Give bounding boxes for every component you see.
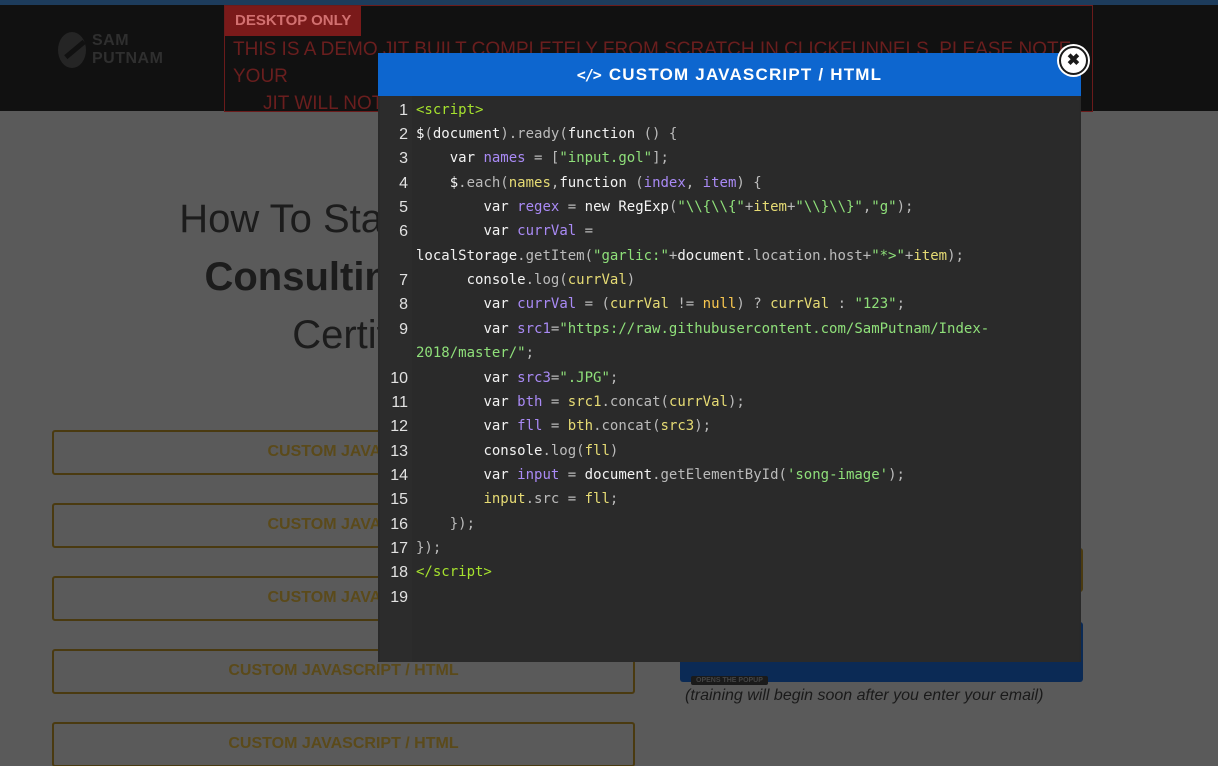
code-line: console.log(currVal): [466, 272, 636, 288]
code-line: });: [416, 540, 442, 556]
code-line: var bth = src1.concat(currVal);: [483, 394, 745, 410]
code-line: var input = document.getElementById('son…: [483, 467, 905, 483]
code-line: <script>: [416, 102, 484, 118]
line-number: 15: [390, 491, 408, 508]
logo-line-1: SAM: [92, 32, 130, 49]
logo-mark-icon: [58, 32, 86, 68]
code-line: var src1="https://raw.githubusercontent.…: [483, 321, 990, 337]
code-line: });: [449, 516, 476, 532]
code-line: 2018/master/";: [416, 345, 535, 361]
custom-js-button[interactable]: CUSTOM JAVASCRIPT / HTML: [52, 722, 635, 766]
code-line: var regex = new RegExp("\\{\\{"+item+"\\…: [483, 199, 914, 215]
code-line: input.src = fll;: [483, 491, 619, 507]
line-number: 18: [390, 564, 408, 581]
line-number: 7: [399, 272, 408, 289]
close-icon[interactable]: ✖: [1059, 46, 1088, 75]
modal-header: </> CUSTOM JAVASCRIPT / HTML: [378, 53, 1081, 96]
code-icon: </>: [576, 65, 602, 84]
code-line: console.log(fll): [483, 443, 619, 459]
line-number: 14: [390, 467, 408, 484]
code-line: </script>: [416, 564, 492, 580]
popup-tag: OPENS THE POPUP: [691, 676, 768, 685]
code-line: var src3=".JPG";: [483, 370, 619, 386]
desktop-only-badge: DESKTOP ONLY: [225, 6, 362, 36]
custom-js-modal: </> CUSTOM JAVASCRIPT / HTML 1 <script> 2…: [378, 53, 1081, 662]
code-line: var currVal = (currVal != null) ? currVa…: [483, 296, 906, 312]
code-line: $.each(names,function (index, item) {: [449, 175, 762, 191]
code-line: localStorage.getItem("garlic:"+document.…: [416, 248, 964, 264]
training-note: (training will begin soon after you ente…: [685, 687, 1044, 704]
line-number: 19: [390, 589, 408, 606]
line-number: 16: [390, 516, 408, 533]
line-number: 10: [390, 370, 408, 387]
code-line: var currVal =: [483, 223, 594, 239]
line-number: 17: [390, 540, 408, 557]
line-number: 12: [390, 418, 408, 435]
line-number: 8: [399, 296, 408, 313]
line-number: 2: [399, 126, 408, 143]
code-line: var fll = bth.concat(src3);: [483, 418, 712, 434]
line-number: 9: [399, 321, 408, 338]
line-number: 11: [391, 394, 408, 411]
logo-text: SAM PUTNAM: [92, 32, 163, 68]
line-number: 6: [399, 223, 408, 240]
code-editor[interactable]: 1 <script> 2 $(document).ready(function ()…: [378, 96, 1081, 662]
line-number: 4: [399, 175, 408, 192]
line-number: 13: [390, 443, 408, 460]
logo-line-2: PUTNAM: [92, 50, 164, 67]
line-number: 3: [399, 150, 408, 167]
logo: SAM PUTNAM: [58, 32, 163, 68]
code-line: $(document).ready(function () {: [416, 126, 678, 142]
code-line: var names = ["input.gol"];: [449, 150, 669, 166]
line-number: 1: [399, 102, 408, 119]
line-number: 5: [399, 199, 408, 216]
modal-title: CUSTOM JAVASCRIPT / HTML: [608, 64, 883, 84]
